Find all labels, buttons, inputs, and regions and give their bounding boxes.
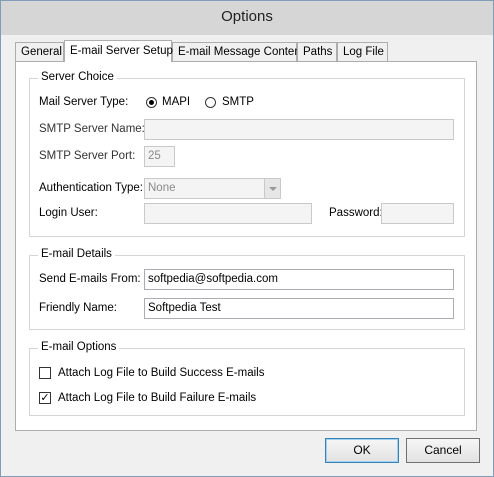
login-user-input[interactable]: [144, 203, 312, 224]
tab-general[interactable]: General: [15, 42, 64, 61]
tab-log-file[interactable]: Log File: [337, 42, 388, 61]
title-bar: Options: [1, 1, 493, 35]
radio-smtp[interactable]: [205, 97, 216, 108]
chevron-down-icon[interactable]: [264, 179, 280, 198]
email-options-group: E-mail Options: [29, 341, 465, 416]
send-from-label: Send E-mails From:: [39, 273, 141, 285]
options-dialog: Options General E-mail Server Setup E-ma…: [0, 0, 494, 477]
authentication-type-select[interactable]: None: [144, 178, 281, 199]
login-user-label: Login User:: [39, 207, 98, 219]
cancel-button[interactable]: Cancel: [406, 438, 480, 463]
email-options-legend: E-mail Options: [38, 341, 120, 353]
radio-selected-dot: [149, 100, 154, 105]
authentication-type-label: Authentication Type:: [39, 182, 143, 194]
smtp-server-name-input[interactable]: [144, 119, 454, 140]
tab-email-server-setup[interactable]: E-mail Server Setup: [64, 40, 173, 62]
server-choice-legend: Server Choice: [38, 71, 117, 83]
radio-mapi[interactable]: [146, 97, 157, 108]
authentication-type-value: None: [148, 182, 176, 194]
friendly-name-input[interactable]: Softpedia Test: [144, 298, 454, 319]
attach-success-checkbox[interactable]: [39, 367, 51, 379]
attach-success-label[interactable]: Attach Log File to Build Success E-mails: [58, 367, 264, 379]
radio-mapi-label[interactable]: MAPI: [162, 96, 190, 108]
tab-paths[interactable]: Paths: [297, 42, 337, 61]
window-title: Options: [221, 8, 273, 25]
mail-server-type-label: Mail Server Type:: [39, 96, 129, 108]
ok-button[interactable]: OK: [325, 438, 399, 463]
password-input[interactable]: [381, 203, 454, 224]
attach-failure-checkbox[interactable]: ✓: [39, 392, 51, 404]
smtp-server-port-label: SMTP Server Port:: [39, 150, 136, 162]
friendly-name-label: Friendly Name:: [39, 302, 117, 314]
smtp-server-port-input[interactable]: 25: [144, 146, 175, 167]
send-from-input[interactable]: softpedia@softpedia.com: [144, 269, 454, 290]
attach-failure-label[interactable]: Attach Log File to Build Failure E-mails: [58, 392, 256, 404]
password-label: Password:: [329, 207, 383, 219]
radio-smtp-label[interactable]: SMTP: [222, 96, 254, 108]
tab-email-message-content[interactable]: E-mail Message Content: [172, 42, 304, 61]
smtp-server-name-label: SMTP Server Name:: [39, 123, 145, 135]
email-details-legend: E-mail Details: [38, 248, 115, 260]
